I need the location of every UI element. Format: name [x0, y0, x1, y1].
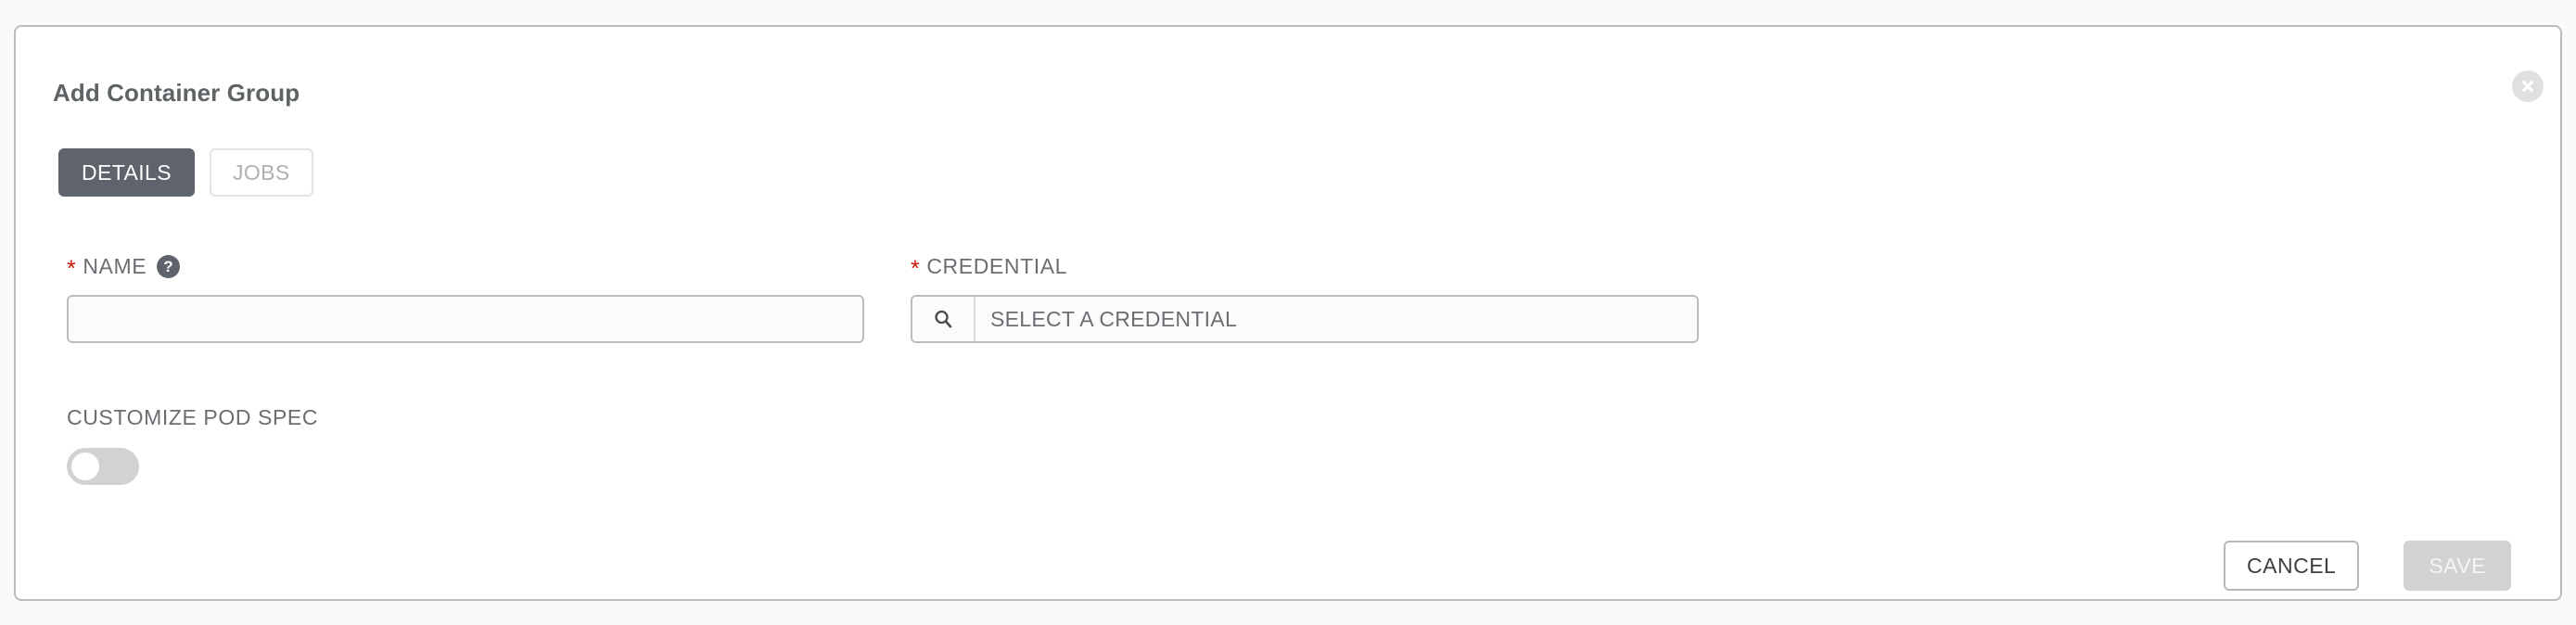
- required-asterisk: *: [67, 255, 77, 282]
- credential-label-text: CREDENTIAL: [926, 253, 1068, 278]
- form-actions: CANCEL SAVE: [2224, 541, 2511, 591]
- credential-label: * CREDENTIAL: [911, 252, 1699, 282]
- customize-pod-spec-group: CUSTOMIZE POD SPEC: [67, 405, 318, 485]
- name-label: * NAME ?: [67, 252, 864, 280]
- cancel-button[interactable]: CANCEL: [2224, 541, 2360, 591]
- customize-pod-spec-label: CUSTOMIZE POD SPEC: [67, 405, 319, 429]
- tab-list: DETAILS JOBS: [58, 148, 313, 197]
- add-container-group-card: Add Container Group DETAILS JOBS * NAME …: [14, 25, 2562, 601]
- name-input[interactable]: [67, 295, 864, 343]
- search-icon[interactable]: [912, 297, 976, 341]
- customize-pod-spec-toggle[interactable]: [67, 448, 139, 485]
- page-background: Add Container Group DETAILS JOBS * NAME …: [0, 0, 2576, 625]
- tab-jobs[interactable]: JOBS: [209, 148, 313, 197]
- required-asterisk: *: [911, 255, 921, 282]
- credential-lookup: [911, 295, 1699, 343]
- name-label-text: NAME: [83, 253, 147, 278]
- question-circle-icon[interactable]: ?: [157, 254, 181, 278]
- tab-details[interactable]: DETAILS: [58, 148, 195, 197]
- name-field-group: * NAME ?: [67, 252, 864, 343]
- page-title: Add Container Group: [53, 79, 300, 107]
- save-button[interactable]: SAVE: [2404, 541, 2511, 591]
- toggle-knob: [71, 453, 99, 480]
- credential-field-group: * CREDENTIAL: [911, 252, 1699, 343]
- credential-input[interactable]: [976, 297, 1697, 341]
- close-icon[interactable]: [2512, 70, 2544, 102]
